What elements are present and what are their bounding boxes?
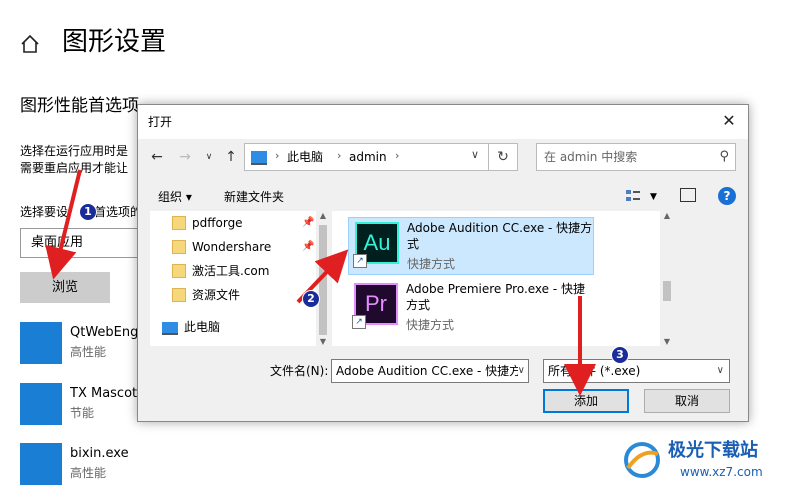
file-name: Adobe Premiere Pro.exe - 快捷方式 xyxy=(406,282,586,312)
shortcut-arrow-icon: ↗ xyxy=(353,254,367,268)
forward-arrow-icon[interactable]: → xyxy=(176,147,194,167)
nav-item-label: 资源文件 xyxy=(192,288,241,302)
refresh-icon: ↻ xyxy=(497,149,509,165)
chevron-down-icon[interactable]: ∨ xyxy=(717,360,724,382)
scroll-up-icon[interactable]: ▲ xyxy=(660,211,674,220)
dialog-title: 打开 xyxy=(148,115,173,129)
nav-scroll-thumb[interactable] xyxy=(319,225,327,335)
address-dropdown-icon[interactable]: ∨ xyxy=(471,148,479,161)
close-icon[interactable]: ✕ xyxy=(718,110,740,132)
search-placeholder: 在 admin 中搜索 xyxy=(544,150,638,164)
nav-scrollbar[interactable]: ▲ ▼ xyxy=(316,211,330,346)
file-list: Au ↗ Adobe Audition CC.exe - 快捷方式 快捷方式 P… xyxy=(332,211,660,346)
choose-app-label-head: 选择要设 xyxy=(20,205,69,219)
pin-icon: 📌 xyxy=(302,241,315,252)
computer-icon xyxy=(251,151,267,165)
add-button[interactable]: 添加 xyxy=(543,389,629,413)
filename-label: 文件名(N): xyxy=(270,364,329,378)
folder-icon xyxy=(172,240,186,254)
breadcrumb-chevron-icon[interactable]: › xyxy=(337,149,341,162)
nav-item-this-pc[interactable]: 此电脑 xyxy=(150,317,320,337)
step-badge: 3 xyxy=(611,346,629,364)
app-name: bixin.exe xyxy=(70,446,129,461)
file-type: 快捷方式 xyxy=(406,318,455,332)
app-preference: 高性能 xyxy=(70,345,107,359)
watermark-logo-icon xyxy=(624,442,660,478)
help-icon[interactable]: ? xyxy=(718,187,736,205)
folder-icon xyxy=(172,216,186,230)
app-preference: 高性能 xyxy=(70,466,107,480)
organize-menu[interactable]: 组织 ▾ xyxy=(158,189,192,205)
scroll-down-icon[interactable]: ▼ xyxy=(316,337,330,346)
page-title: 图形设置 xyxy=(62,27,167,57)
chevron-down-icon[interactable]: ∨ xyxy=(517,360,525,382)
nav-item-label: Wondershare xyxy=(192,240,272,254)
step-badge: 1 xyxy=(79,203,97,221)
dialog-titlebar: 打开 ✕ xyxy=(138,105,748,139)
folder-icon xyxy=(172,288,186,302)
shortcut-arrow-icon: ↗ xyxy=(352,315,366,329)
section-title: 图形性能首选项 xyxy=(20,96,139,116)
breadcrumb-chevron-icon[interactable]: › xyxy=(395,149,399,162)
home-icon[interactable] xyxy=(20,34,40,54)
computer-icon xyxy=(162,322,178,335)
app-list-item[interactable]: QtWebEngi 高性能 xyxy=(20,322,150,366)
back-arrow-icon[interactable]: ← xyxy=(148,147,166,167)
open-file-dialog: 打开 ✕ ← → ∨ ↑ › 此电脑 › admin › ∨ ↻ 在 admin… xyxy=(137,104,749,422)
search-icon: ⚲ xyxy=(719,149,729,164)
view-options-icon[interactable] xyxy=(625,188,641,204)
preview-pane-icon[interactable] xyxy=(680,188,696,202)
filename-input[interactable]: Adobe Audition CC.exe - 快捷方 ∨ xyxy=(331,359,529,383)
nav-item-label: pdfforge xyxy=(192,216,243,230)
up-arrow-icon[interactable]: ↑ xyxy=(222,147,240,167)
breadcrumb-item[interactable]: 此电脑 xyxy=(287,150,323,164)
app-icon xyxy=(20,322,62,364)
address-bar[interactable]: › 此电脑 › admin › ∨ xyxy=(244,143,516,171)
file-name: Adobe Audition CC.exe - 快捷方式 xyxy=(407,221,593,251)
watermark-url: www.xz7.com xyxy=(680,465,763,479)
file-scrollbar[interactable]: ▲ ▼ xyxy=(660,211,674,346)
navigation-pane: pdfforge 📌 Wondershare 📌 激活工具.com 资源文件 此… xyxy=(150,211,330,346)
chevron-down-icon[interactable]: ∨ xyxy=(200,147,218,167)
breadcrumb-item[interactable]: admin xyxy=(349,150,387,164)
nav-item-label: 此电脑 xyxy=(184,320,221,334)
folder-icon xyxy=(172,264,186,278)
nav-item-label: 激活工具.com xyxy=(192,264,270,278)
view-dropdown-icon[interactable]: ▼ xyxy=(650,189,657,205)
app-name: QtWebEngi xyxy=(70,325,142,340)
app-icon xyxy=(20,383,62,425)
watermark-name: 极光下载站 xyxy=(668,440,758,461)
file-item[interactable]: Au ↗ Adobe Audition CC.exe - 快捷方式 快捷方式 xyxy=(348,217,594,275)
file-type-select[interactable]: 所有文件 (*.exe) ∨ xyxy=(543,359,730,383)
new-folder-button[interactable]: 新建文件夹 xyxy=(224,189,284,205)
pin-icon: 📌 xyxy=(302,217,315,228)
file-type: 快捷方式 xyxy=(407,257,456,271)
file-type-value: 所有文件 (*.exe) xyxy=(548,364,641,378)
description-line-1: 选择在运行应用时是 xyxy=(20,144,129,158)
scroll-down-icon[interactable]: ▼ xyxy=(660,337,674,346)
app-preference: 节能 xyxy=(70,406,95,420)
file-scroll-thumb[interactable] xyxy=(663,281,671,301)
file-item[interactable]: Pr ↗ Adobe Premiere Pro.exe - 快捷方式 快捷方式 xyxy=(348,279,594,337)
browse-button[interactable]: 浏览 xyxy=(20,272,110,303)
breadcrumb-chevron-icon[interactable]: › xyxy=(275,149,279,162)
cancel-button[interactable]: 取消 xyxy=(644,389,730,413)
step-badge: 2 xyxy=(302,290,320,308)
choose-app-label-tail: 首选项的 xyxy=(94,205,143,219)
scroll-up-icon[interactable]: ▲ xyxy=(316,211,330,220)
search-input[interactable]: 在 admin 中搜索 ⚲ xyxy=(536,143,736,171)
refresh-button[interactable]: ↻ xyxy=(488,143,518,171)
app-list-item[interactable]: bixin.exe 高性能 xyxy=(20,443,150,487)
description-line-2: 需要重启应用才能让 xyxy=(20,161,129,175)
app-name: TX Mascot. xyxy=(70,386,142,401)
app-list-item[interactable]: TX Mascot. 节能 xyxy=(20,383,150,427)
app-icon xyxy=(20,443,62,485)
filename-value: Adobe Audition CC.exe - 快捷方 xyxy=(336,364,522,378)
